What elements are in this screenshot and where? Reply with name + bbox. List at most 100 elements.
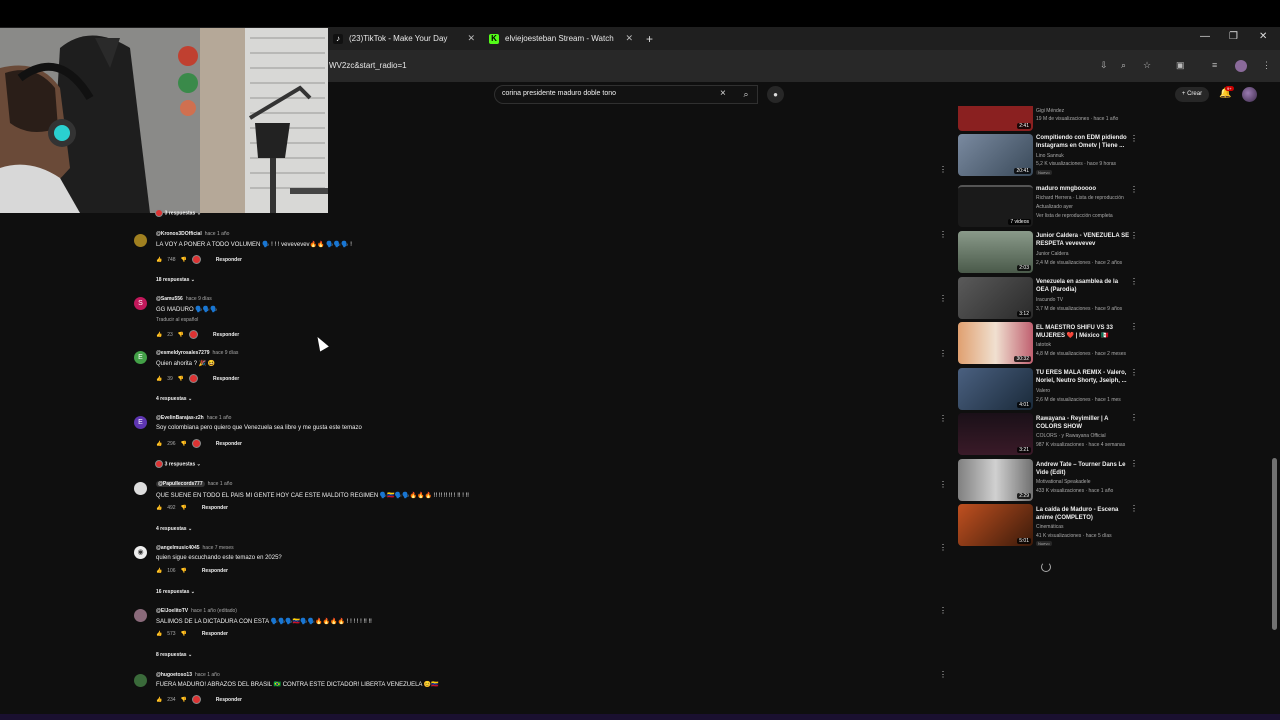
close-window-button[interactable]: ✕ — [1259, 31, 1267, 42]
video-menu-icon[interactable]: ⋮ — [1130, 322, 1138, 331]
replies-toggle[interactable]: 4 respuestas ⌄ — [156, 396, 192, 402]
comment-avatar[interactable] — [134, 674, 147, 687]
thumbs-up-icon[interactable]: 👍 — [156, 257, 162, 263]
comment-menu-icon[interactable]: ⋮ — [939, 414, 947, 423]
create-button[interactable]: + Crear — [1175, 87, 1209, 102]
reply-button[interactable]: Responder — [202, 505, 228, 511]
microphone-icon[interactable]: ● — [767, 86, 784, 103]
comment-author[interactable]: @EvelinBarajas-z2h hace 1 año — [156, 415, 231, 421]
account-avatar[interactable] — [1242, 87, 1257, 102]
video-card[interactable]: 3:21 Rawayana - Reyimiller | A COLORS SH… — [958, 413, 1138, 457]
comment-username[interactable]: @angelmusic4045 — [156, 545, 200, 551]
view-full-playlist-link[interactable]: Ver lista de reproducción completa — [1036, 213, 1113, 220]
video-title[interactable]: Andrew Tate – Tourner Dans Le Vide (Edit… — [1036, 461, 1131, 477]
thumbs-up-icon[interactable]: 👍 — [156, 441, 162, 447]
sidepanel-icon[interactable]: ▣ — [1176, 60, 1185, 71]
thumbs-up-icon[interactable]: 👍 — [156, 332, 162, 338]
reply-button[interactable]: Responder — [216, 257, 242, 263]
video-title[interactable]: La caída de Maduro - Escena anime (COMPL… — [1036, 506, 1131, 522]
video-title[interactable]: EL MAESTRO SHIFU VS 33 MUJERES ❤️ | Méxi… — [1036, 324, 1131, 340]
video-card[interactable]: 2:03 Junior Caldera - VENEZUELA SE RESPE… — [958, 231, 1138, 275]
translate-link[interactable]: Traducir al español — [156, 317, 198, 323]
replies-toggle[interactable]: 8 respuestas ⌄ — [156, 652, 192, 658]
comment-menu-icon[interactable]: ⋮ — [939, 294, 947, 303]
thumbs-down-icon[interactable]: 👎 — [181, 568, 187, 574]
comment-avatar[interactable]: ◉ — [134, 546, 147, 559]
video-channel[interactable]: Iatotok — [1036, 342, 1051, 349]
comment-author[interactable]: @Papullecords777 hace 1 año — [156, 481, 232, 487]
reply-button[interactable]: Responder — [213, 376, 239, 382]
comment-avatar[interactable] — [134, 234, 147, 247]
comment-username[interactable]: @Papullecords777 — [156, 481, 205, 487]
browser-menu-icon[interactable]: ⋮ — [1262, 60, 1271, 71]
comment-username[interactable]: @ElJoelitoTV — [156, 608, 188, 614]
thumbs-down-icon[interactable]: 👎 — [178, 376, 184, 382]
replies-toggle[interactable]: 18 respuestas ⌄ — [156, 277, 195, 283]
comment-menu-icon[interactable]: ⋮ — [939, 670, 947, 679]
video-card[interactable]: 2:29 Andrew Tate – Tourner Dans Le Vide … — [958, 459, 1138, 503]
video-thumbnail[interactable]: 30:32 — [958, 322, 1033, 364]
tab-tiktok[interactable]: ♪ (23)TikTok - Make Your Day ✕ — [333, 29, 475, 48]
video-title[interactable]: maduro mmgbooooo — [1036, 185, 1131, 193]
replies-toggle[interactable]: 3 respuestas ⌄ — [155, 460, 201, 468]
comment-username[interactable]: @Kronos3DOfficial — [156, 231, 202, 237]
video-title[interactable]: Rawayana - Reyimiller | A COLORS SHOW — [1036, 415, 1131, 431]
video-thumbnail[interactable]: 4:01 — [958, 368, 1033, 410]
video-channel[interactable]: Gigi Méndez — [1036, 108, 1064, 115]
comment-avatar[interactable]: E — [134, 351, 147, 364]
video-channel[interactable]: Motivational Speakadele — [1036, 479, 1090, 486]
video-menu-icon[interactable]: ⋮ — [1130, 185, 1138, 194]
comment-avatar[interactable]: E — [134, 416, 147, 429]
video-card[interactable]: 20:41 Compitiendo con EDM pidiendo Insta… — [958, 134, 1138, 178]
video-menu-icon[interactable]: ⋮ — [1130, 459, 1138, 468]
video-thumbnail[interactable]: 5:01 — [958, 504, 1033, 546]
video-thumbnail[interactable]: 3:21 — [958, 413, 1033, 455]
close-tab-icon[interactable]: ✕ — [625, 33, 633, 44]
video-channel[interactable]: Valero — [1036, 388, 1050, 395]
reply-button[interactable]: Responder — [202, 631, 228, 637]
comment-username[interactable]: @hugoetoso13 — [156, 672, 192, 678]
video-channel[interactable]: Lino Sannuk — [1036, 153, 1064, 160]
install-icon[interactable]: ⇩ — [1100, 60, 1108, 71]
video-menu-icon[interactable]: ⋮ — [1130, 231, 1138, 240]
new-tab-button[interactable]: + — [646, 29, 653, 48]
thumbs-up-icon[interactable]: 👍 — [156, 631, 162, 637]
video-channel[interactable]: Richard Herrera · Lista de reproducción — [1036, 195, 1124, 202]
search-icon[interactable]: ⌕ — [736, 85, 756, 104]
video-card[interactable]: 4:01 TU ERES MALA REMIX - Valero, Noriel… — [958, 368, 1138, 412]
comment-avatar[interactable] — [134, 609, 147, 622]
comment-menu-icon[interactable]: ⋮ — [939, 349, 947, 358]
video-channel[interactable]: Junior Caldera — [1036, 251, 1069, 258]
bookmark-star-icon[interactable]: ☆ — [1143, 60, 1151, 71]
video-thumbnail[interactable]: 2:41 — [958, 106, 1033, 131]
comment-avatar[interactable] — [134, 482, 147, 495]
reply-button[interactable]: Responder — [213, 332, 239, 338]
video-menu-icon[interactable]: ⋮ — [1130, 134, 1138, 143]
comment-author[interactable]: @esmeldyrosales7279 hace 9 días — [156, 350, 238, 356]
zoom-icon[interactable]: ⌕ — [1121, 60, 1126, 71]
comment-author[interactable]: @angelmusic4045 hace 7 meses — [156, 545, 234, 551]
playlist-card[interactable]: 7 videos maduro mmgbooooo Richard Herrer… — [958, 185, 1138, 229]
video-channel[interactable]: COLORS · y Rawayana Official — [1036, 433, 1106, 440]
comment-author[interactable]: @hugoetoso13 hace 1 año — [156, 672, 220, 678]
playlist-thumbnail[interactable]: 7 videos — [958, 185, 1033, 227]
video-thumbnail[interactable]: 2:29 — [958, 459, 1033, 501]
video-card[interactable]: 5:01 La caída de Maduro - Escena anime (… — [958, 504, 1138, 548]
replies-toggle[interactable]: 3 respuestas ⌄ — [155, 209, 201, 217]
video-thumbnail[interactable]: 20:41 — [958, 134, 1033, 176]
video-channel[interactable]: Cinemáticas — [1036, 524, 1064, 531]
comment-username[interactable]: @EvelinBarajas-z2h — [156, 415, 204, 421]
comment-author[interactable]: @Kronos3DOfficial hace 1 año — [156, 231, 229, 237]
reply-button[interactable]: Responder — [202, 568, 228, 574]
thumbs-up-icon[interactable]: 👍 — [156, 376, 162, 382]
video-title[interactable]: Compitiendo con EDM pidiendo Instagrams … — [1036, 134, 1131, 150]
replies-toggle[interactable]: 4 respuestas ⌄ — [156, 526, 192, 532]
thumbs-up-icon[interactable]: 👍 — [156, 697, 162, 703]
comment-author[interactable]: @Samu556 hace 9 días — [156, 296, 212, 302]
comment-menu-icon[interactable]: ⋮ — [939, 543, 947, 552]
video-title[interactable]: Junior Caldera - VENEZUELA SE RESPETA ve… — [1036, 232, 1131, 248]
video-menu-icon[interactable]: ⋮ — [1130, 413, 1138, 422]
thumbs-down-icon[interactable]: 👎 — [181, 257, 187, 263]
thumbs-down-icon[interactable]: 👎 — [181, 631, 187, 637]
comment-username[interactable]: @Samu556 — [156, 296, 183, 302]
